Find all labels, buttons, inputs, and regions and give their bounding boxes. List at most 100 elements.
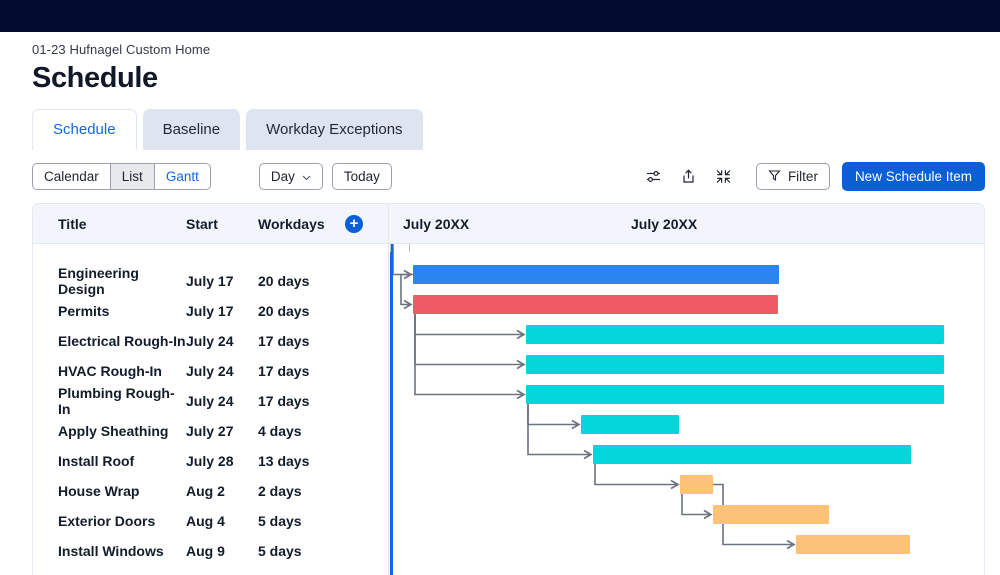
cell-start: July 24 (186, 363, 234, 379)
table-row[interactable]: Permits July 17 20 days (33, 296, 388, 326)
table-row[interactable]: Electrical Rough-In July 24 17 days (33, 326, 388, 356)
table-row[interactable]: Install Roof July 28 13 days (33, 446, 388, 476)
cell-start: July 17 (186, 303, 234, 319)
table-row[interactable]: House Wrap Aug 2 2 days (33, 476, 388, 506)
column-header-workdays[interactable]: Workdays (258, 216, 336, 232)
gantt-bar[interactable] (413, 265, 779, 284)
gantt-bar[interactable] (413, 295, 778, 314)
gantt-bar[interactable] (680, 475, 713, 494)
cell-workdays: 20 days (258, 273, 310, 289)
settings-sliders-icon[interactable] (641, 164, 667, 190)
cell-start: Aug 4 (186, 513, 225, 529)
cell-workdays: 20 days (258, 303, 310, 319)
gantt-bar[interactable] (593, 445, 911, 464)
view-calendar-button[interactable]: Calendar (32, 163, 110, 190)
cell-start: Aug 9 (186, 543, 225, 559)
gantt-chart-area (389, 244, 984, 575)
task-rows: Engineering Design July 17 20 days Permits J… (33, 244, 388, 566)
tab-workday-exceptions-label: Workday Exceptions (266, 121, 403, 138)
cell-title: Plumbing Rough-In (58, 385, 175, 417)
timescale-select[interactable]: Day (258, 163, 323, 190)
cell-title: Install Windows (58, 543, 164, 559)
gantt-container: Title Start Workdays + Engineering Desig… (32, 203, 985, 575)
cell-title: Exterior Doors (58, 513, 156, 529)
gantt-bar[interactable] (796, 535, 910, 554)
cell-title: House Wrap (58, 483, 140, 499)
collapse-icon[interactable] (711, 164, 737, 190)
cell-title: Electrical Rough-In (58, 333, 186, 349)
zoom-controls: Day Today (258, 163, 392, 190)
toolbar: Calendar List Gantt Day Today Filter New… (0, 150, 1000, 203)
gantt-bar[interactable] (526, 385, 944, 404)
tab-bar: Schedule Baseline Workday Exceptions (0, 109, 1000, 150)
filter-button[interactable]: Filter (755, 163, 830, 190)
cell-workdays: 13 days (258, 453, 310, 469)
tab-schedule[interactable]: Schedule (32, 109, 137, 150)
page-header: 01-23 Hufnagel Custom Home Schedule (0, 32, 1000, 95)
gantt-bar[interactable] (526, 325, 944, 344)
today-button[interactable]: Today (331, 163, 392, 190)
cell-title: HVAC Rough-In (58, 363, 162, 379)
tab-schedule-label: Schedule (53, 121, 116, 138)
dependency-link (681, 493, 713, 520)
cell-start: July 17 (186, 273, 234, 289)
dependency-link (594, 463, 680, 490)
table-row[interactable]: Plumbing Rough-In July 24 17 days (33, 385, 388, 417)
chevron-down-icon (302, 169, 311, 184)
cell-workdays: 5 days (258, 513, 302, 529)
cell-start: July 28 (186, 453, 234, 469)
tab-baseline[interactable]: Baseline (142, 109, 241, 150)
gantt-bar[interactable] (713, 505, 829, 524)
cell-start: July 27 (186, 423, 234, 439)
table-header-row: Title Start Workdays + (33, 204, 388, 244)
dependency-link (527, 403, 581, 430)
cell-title: Install Roof (58, 453, 135, 469)
table-row[interactable]: HVAC Rough-In July 24 17 days (33, 356, 388, 386)
filter-label: Filter (787, 169, 818, 184)
cell-workdays: 17 days (258, 363, 310, 379)
app-top-bar (0, 0, 1000, 32)
cell-workdays: 5 days (258, 543, 302, 559)
add-column-button[interactable]: + (345, 215, 363, 233)
cell-start: Aug 2 (186, 483, 225, 499)
toolbar-right: Filter New Schedule Item (641, 162, 985, 191)
dependency-link (414, 313, 526, 400)
timeline-month-header: July 20XX July 20XX (389, 204, 984, 244)
gantt-timeline: July 20XX July 20XX (389, 204, 984, 575)
cell-workdays: 17 days (258, 333, 310, 349)
cell-workdays: 4 days (258, 423, 302, 439)
table-row[interactable]: Apply Sheathing July 27 4 days (33, 416, 388, 446)
table-row[interactable]: Engineering Design July 17 20 days (33, 265, 388, 297)
task-table: Title Start Workdays + Engineering Desig… (33, 204, 389, 575)
tab-baseline-label: Baseline (162, 121, 221, 138)
timeline-month-label: July 20XX (403, 216, 470, 232)
dependency-links (392, 244, 796, 550)
cell-workdays: 17 days (258, 393, 310, 409)
dependency-link (414, 313, 526, 340)
new-schedule-item-button[interactable]: New Schedule Item (841, 162, 985, 191)
gantt-bar[interactable] (526, 355, 944, 374)
cell-title: Engineering Design (58, 265, 139, 297)
filter-icon (768, 169, 781, 185)
view-list-button[interactable]: List (109, 163, 154, 190)
page-title: Schedule (32, 62, 158, 94)
view-switcher: Calendar List Gantt (32, 163, 211, 190)
share-export-icon[interactable] (676, 164, 702, 190)
view-gantt-button[interactable]: Gantt (153, 163, 211, 190)
tab-workday-exceptions[interactable]: Workday Exceptions (246, 109, 423, 150)
cell-start: July 24 (186, 333, 234, 349)
dependency-link (414, 313, 526, 370)
table-row[interactable]: Install Windows Aug 9 5 days (33, 536, 388, 566)
timeline-tick (409, 244, 410, 252)
column-header-title[interactable]: Title (33, 216, 186, 232)
gantt-bar[interactable] (581, 415, 679, 434)
timeline-month-label: July 20XX (631, 216, 698, 232)
today-marker (390, 244, 393, 575)
column-header-start[interactable]: Start (186, 216, 258, 232)
cell-title: Permits (58, 303, 110, 319)
cell-start: July 24 (186, 393, 234, 409)
table-row[interactable]: Exterior Doors Aug 4 5 days (33, 506, 388, 536)
breadcrumb[interactable]: 01-23 Hufnagel Custom Home (32, 42, 1000, 57)
timeline-tick (390, 244, 391, 252)
cell-workdays: 2 days (258, 483, 302, 499)
